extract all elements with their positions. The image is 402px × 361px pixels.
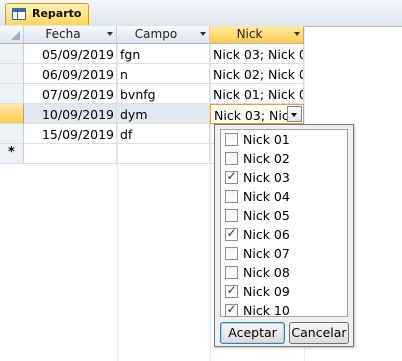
column-header-label: Fecha bbox=[45, 27, 81, 41]
record-selector[interactable]: * bbox=[0, 144, 24, 164]
cancel-button[interactable]: Cancelar bbox=[289, 322, 349, 344]
list-item[interactable]: ✓ Nick 09 bbox=[221, 282, 347, 301]
select-all-corner[interactable] bbox=[0, 26, 24, 44]
document-tab-strip: Reparto bbox=[0, 0, 402, 27]
cell-fecha[interactable]: 06/09/2019 bbox=[24, 64, 117, 84]
record-selector[interactable] bbox=[0, 44, 24, 64]
column-header-fecha[interactable]: Fecha bbox=[24, 26, 117, 44]
cell-fecha[interactable] bbox=[24, 144, 117, 164]
check-icon: ✓ bbox=[226, 226, 237, 240]
cell-campo[interactable]: fgn bbox=[117, 44, 210, 64]
list-item[interactable]: Nick 02 bbox=[221, 149, 347, 168]
cell-nick[interactable]: Nick 01; Nick 0 bbox=[210, 84, 304, 104]
cell-campo[interactable]: df bbox=[117, 124, 210, 144]
list-item[interactable]: ✓ Nick 06 bbox=[221, 225, 347, 244]
checkbox[interactable]: ✓ bbox=[225, 226, 238, 241]
record-selector[interactable] bbox=[0, 64, 24, 84]
option-label: Nick 01 bbox=[243, 132, 290, 147]
checkbox-list[interactable]: Nick 01 Nick 02 ✓ Nick 03 Nick 04 Nick 0… bbox=[220, 129, 348, 320]
checkbox[interactable] bbox=[225, 209, 238, 222]
cell-fecha[interactable]: 15/09/2019 bbox=[24, 124, 117, 144]
column-header-label: Campo bbox=[134, 27, 178, 41]
list-item[interactable]: Nick 08 bbox=[221, 263, 347, 282]
chevron-down-icon[interactable] bbox=[200, 32, 206, 36]
cell-fecha[interactable]: 05/09/2019 bbox=[24, 44, 117, 64]
check-icon: ✓ bbox=[226, 283, 237, 297]
list-item[interactable]: ✓ Nick 10 bbox=[221, 301, 347, 320]
check-icon: ✓ bbox=[226, 169, 237, 183]
list-item[interactable]: Nick 07 bbox=[221, 244, 347, 263]
checkbox[interactable] bbox=[225, 190, 238, 203]
column-header-nick[interactable]: Nick bbox=[210, 26, 304, 44]
cell-campo[interactable]: n bbox=[117, 64, 210, 84]
option-label: Nick 03 bbox=[243, 170, 290, 185]
checkbox[interactable] bbox=[225, 152, 238, 165]
option-label: Nick 09 bbox=[243, 284, 290, 299]
table-row[interactable]: 06/09/2019 n Nick 02; Nick 0 bbox=[0, 64, 304, 84]
cell-fecha[interactable]: 10/09/2019 bbox=[24, 104, 117, 124]
option-label: Nick 07 bbox=[243, 246, 290, 261]
column-header-label: Nick bbox=[236, 27, 263, 41]
table-row[interactable]: 05/09/2019 fgn Nick 03; Nick 0 bbox=[0, 44, 304, 64]
column-header-campo[interactable]: Campo bbox=[117, 26, 210, 44]
table-row-current[interactable]: 10/09/2019 dym Nick 03; Nic bbox=[0, 104, 304, 124]
checkbox[interactable]: ✓ bbox=[225, 302, 238, 317]
list-item[interactable]: Nick 01 bbox=[221, 130, 347, 149]
checkbox[interactable] bbox=[225, 266, 238, 279]
checkbox[interactable] bbox=[225, 133, 238, 146]
record-selector[interactable] bbox=[0, 124, 24, 144]
cell-nick[interactable]: Nick 02; Nick 0 bbox=[210, 64, 304, 84]
chevron-down-icon[interactable] bbox=[294, 32, 300, 36]
checkbox[interactable]: ✓ bbox=[225, 169, 238, 184]
list-item[interactable]: ✓ Nick 03 bbox=[221, 168, 347, 187]
table-icon bbox=[12, 8, 26, 20]
list-item[interactable]: Nick 05 bbox=[221, 206, 347, 225]
checkbox[interactable]: ✓ bbox=[225, 283, 238, 298]
option-label: Nick 05 bbox=[243, 208, 290, 223]
record-selector[interactable] bbox=[0, 104, 24, 124]
cell-fecha[interactable]: 07/09/2019 bbox=[24, 84, 117, 104]
check-icon: ✓ bbox=[226, 302, 237, 316]
cell-campo[interactable] bbox=[117, 144, 210, 164]
new-record-icon: * bbox=[8, 145, 15, 160]
record-selector[interactable] bbox=[0, 84, 24, 104]
option-label: Nick 10 bbox=[243, 303, 290, 318]
option-label: Nick 06 bbox=[243, 227, 290, 242]
tab-reparto[interactable]: Reparto bbox=[5, 3, 89, 25]
option-label: Nick 02 bbox=[243, 151, 290, 166]
option-label: Nick 08 bbox=[243, 265, 290, 280]
accept-button[interactable]: Aceptar bbox=[220, 322, 285, 344]
cell-campo[interactable]: bvnfg bbox=[117, 84, 210, 104]
checkbox[interactable] bbox=[225, 247, 238, 260]
list-item[interactable]: Nick 04 bbox=[221, 187, 347, 206]
cell-nick[interactable]: Nick 03; Nick 0 bbox=[210, 44, 304, 64]
multivalue-dropdown: Nick 01 Nick 02 ✓ Nick 03 Nick 04 Nick 0… bbox=[214, 124, 354, 347]
cell-campo[interactable]: dym bbox=[117, 104, 210, 124]
option-label: Nick 04 bbox=[243, 189, 290, 204]
table-row[interactable]: 07/09/2019 bvnfg Nick 01; Nick 0 bbox=[0, 84, 304, 104]
chevron-down-icon[interactable] bbox=[107, 32, 113, 36]
dropdown-button[interactable] bbox=[287, 106, 302, 122]
tab-label: Reparto bbox=[32, 7, 82, 20]
